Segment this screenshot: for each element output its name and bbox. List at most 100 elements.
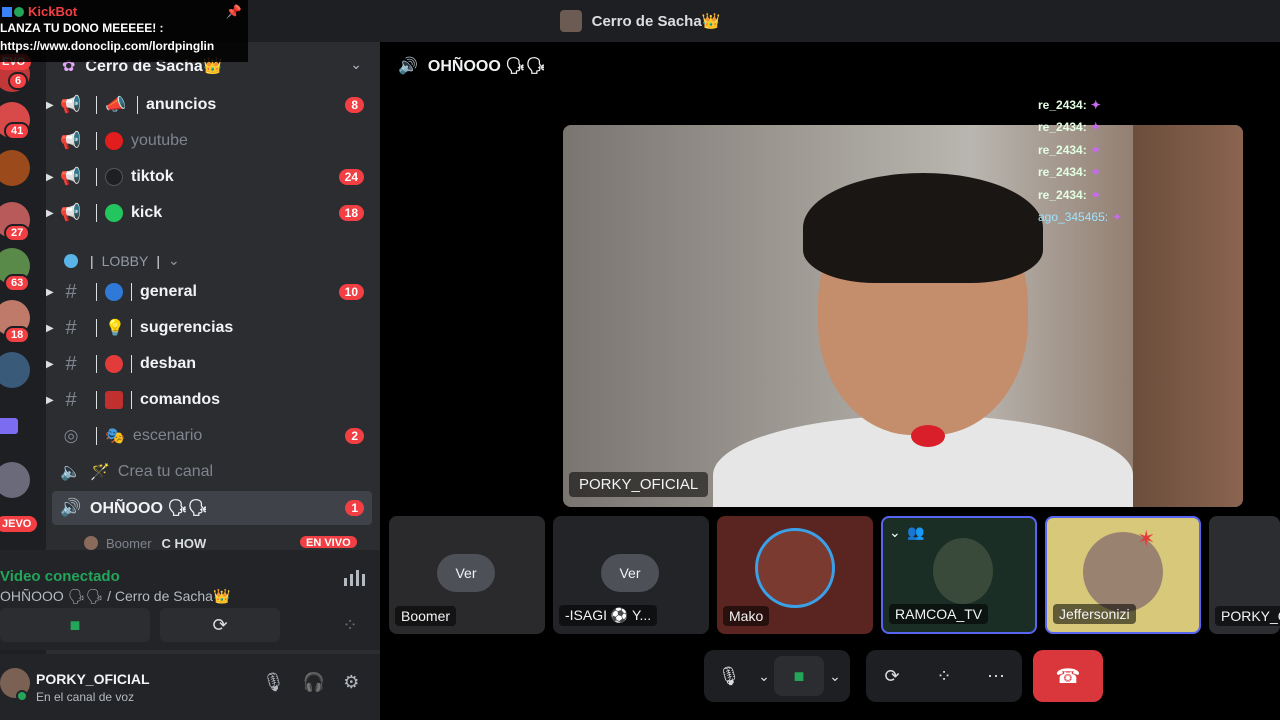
channel-youtube[interactable]: 📢 youtube bbox=[52, 124, 372, 158]
channel-name: kick bbox=[131, 204, 163, 221]
hangup-icon: ☎ bbox=[1055, 665, 1081, 688]
hangup-button[interactable]: ☎ bbox=[1033, 650, 1103, 702]
voice-location[interactable]: OHÑOOO 🗣🗣 / Cerro de Sacha👑 bbox=[0, 588, 230, 605]
announcement-icon: 📢 bbox=[60, 131, 82, 150]
speaker-icon: 🔊 bbox=[60, 498, 82, 517]
chat-line: re_2434: ✦ bbox=[1038, 187, 1101, 202]
channel-comandos[interactable]: ▶ # comandos bbox=[46, 383, 372, 417]
stage-header: 🔊 OHÑOOO 🗣🗣 bbox=[398, 56, 546, 76]
participant-tile[interactable]: Ver -ISAGI ⚽ Y... bbox=[553, 516, 709, 634]
channel-crea-tu-canal[interactable]: 🔈 🪄 Crea tu canal bbox=[52, 455, 372, 489]
channel-desban[interactable]: ▶ # desban bbox=[46, 347, 372, 381]
chevron-down-icon[interactable]: ⌄ bbox=[350, 56, 362, 73]
avatar bbox=[755, 528, 835, 608]
participant-name: Mako bbox=[723, 606, 770, 626]
channel-sugerencias[interactable]: ▶ # 💡 sugerencias bbox=[46, 311, 372, 345]
voice-member[interactable]: Boomer C HOW bbox=[84, 536, 206, 550]
kickbot-line1: LANZA TU DONO MEEEEE! : bbox=[0, 21, 164, 35]
participant-tile[interactable]: ⌄ 👥 RAMCOA_TV bbox=[881, 516, 1037, 634]
youtube-icon bbox=[105, 132, 123, 150]
globe-icon bbox=[64, 253, 78, 268]
headphones-icon[interactable]: 🎧 bbox=[303, 672, 325, 693]
participant-tile[interactable]: ✶ Jeffersonizi bbox=[1045, 516, 1201, 634]
chevron-down-icon[interactable]: ⌄ bbox=[754, 656, 774, 696]
participant-tile[interactable]: Ver Boomer bbox=[389, 516, 545, 634]
announcement-icon: 📢 bbox=[60, 95, 82, 114]
channel-kick[interactable]: ▶ 📢 kick 18 bbox=[46, 196, 372, 230]
tiktok-icon bbox=[105, 168, 123, 186]
channel-tiktok[interactable]: ▶ 📢 tiktok 24 bbox=[46, 160, 372, 194]
channel-ohnooo[interactable]: 🔊 OHÑOOO 🗣🗣 1 bbox=[52, 491, 372, 525]
caret-icon: ▶ bbox=[46, 171, 54, 183]
voice-stage: 🔊 OHÑOOO 🗣🗣 PORKY_OFICIAL re_2434: ✦ re_2… bbox=[380, 42, 1280, 720]
channel-name: youtube bbox=[131, 132, 188, 149]
microphone-icon[interactable]: 🎙 bbox=[262, 672, 285, 693]
kick-icon bbox=[105, 204, 123, 222]
video-button[interactable]: ■ bbox=[0, 608, 150, 642]
speaker-icon: 🔊 bbox=[398, 58, 418, 75]
username[interactable]: PORKY_OFICIAL bbox=[36, 671, 150, 687]
channel-anuncios[interactable]: ▶ 📢 📣 anuncios 8 bbox=[46, 88, 372, 122]
watch-button[interactable]: Ver bbox=[601, 554, 659, 592]
screenshare-icon[interactable]: ⟳ bbox=[866, 656, 918, 696]
extra-controls: ⟳ ⁘ ⋯ bbox=[866, 650, 1022, 702]
server-icon[interactable] bbox=[0, 352, 30, 388]
category-lobby[interactable]: | LOBBY | ⌄ bbox=[64, 252, 180, 269]
chevron-down-icon[interactable]: ⌄ bbox=[889, 524, 901, 541]
more-icon[interactable]: ⋯ bbox=[970, 656, 1022, 696]
main-video[interactable]: PORKY_OFICIAL bbox=[563, 125, 1243, 507]
screenshare-button[interactable]: ⟳ bbox=[160, 608, 280, 642]
chat-line: ago_345465: ✦ bbox=[1038, 210, 1123, 225]
unread-badge: 6 bbox=[8, 72, 29, 90]
server-icon[interactable] bbox=[0, 462, 30, 498]
microphone-icon[interactable]: 🎙 bbox=[704, 656, 754, 696]
bot-icon bbox=[2, 6, 12, 17]
megaphone-icon: 📣 bbox=[105, 95, 127, 114]
participant-tile[interactable]: PORKY_O bbox=[1209, 516, 1280, 634]
activities-icon: ⁘ bbox=[342, 614, 358, 635]
channel-escenario[interactable]: ◎ 🎭 escenario 2 bbox=[52, 419, 372, 453]
chat-line: re_2434: ✦ bbox=[1038, 165, 1101, 180]
unread-count: 1 bbox=[345, 500, 364, 516]
chevron-down-icon[interactable]: ⌄ bbox=[824, 656, 846, 696]
hashtag-icon: # bbox=[65, 280, 77, 303]
signal-icon[interactable] bbox=[344, 570, 366, 586]
hashtag-icon: # bbox=[65, 388, 77, 411]
verified-icon bbox=[14, 6, 24, 17]
camera-icon[interactable]: ■ bbox=[774, 656, 824, 696]
channel-title: OHÑOOO 🗣🗣 bbox=[427, 58, 546, 75]
chat-overlay: re_2434: ✦ re_2434: ✦ re_2434: ✦ re_2434: ✦ … bbox=[1038, 94, 1122, 228]
activities-icon[interactable]: ⁘ bbox=[918, 656, 970, 696]
voice-panel: Video conectado OHÑOOO 🗣🗣 / Cerro de Sac… bbox=[0, 550, 426, 650]
unread-badge: 18 bbox=[4, 326, 31, 344]
unread-count: 24 bbox=[338, 169, 364, 185]
channel-name: escenario bbox=[132, 427, 203, 444]
unread-badge: 41 bbox=[4, 122, 31, 140]
announcement-icon: 📢 bbox=[60, 167, 82, 186]
participant-tile[interactable]: Mako bbox=[717, 516, 873, 634]
caret-icon: ▶ bbox=[46, 394, 54, 406]
unread-count: 8 bbox=[345, 97, 364, 113]
folder-icon[interactable] bbox=[0, 418, 18, 434]
channel-name: tiktok bbox=[131, 168, 174, 185]
star-icon: ✶ bbox=[1137, 526, 1156, 551]
caret-icon: ▶ bbox=[46, 99, 54, 111]
channel-general[interactable]: ▶ # general 10 bbox=[46, 275, 372, 309]
group-icon[interactable]: 👥 bbox=[907, 524, 924, 541]
chat-line: re_2434: ✦ bbox=[1038, 120, 1101, 135]
gear-icon[interactable]: ⚙ bbox=[343, 672, 359, 693]
participant-name: PORKY_O bbox=[1215, 606, 1280, 626]
hashtag-icon: # bbox=[65, 352, 77, 375]
member-activity: C HOW bbox=[161, 536, 207, 550]
caret-icon: ▶ bbox=[46, 207, 54, 219]
hashtag-icon: # bbox=[65, 316, 77, 339]
channel-name: Crea tu canal bbox=[117, 463, 214, 480]
watch-button[interactable]: Ver bbox=[437, 554, 495, 592]
category-name: LOBBY bbox=[101, 252, 149, 269]
new-badge: JEVO bbox=[0, 516, 38, 532]
channel-sidebar: ✿ Cerro de Sacha👑 ⌄ ▶ 📢 📣 anuncios 8 📢 y… bbox=[0, 42, 426, 720]
user-panel: PORKY_OFICIAL En el canal de voz 🎙 🎧 ⚙ bbox=[0, 654, 426, 720]
server-icon[interactable] bbox=[0, 150, 30, 186]
chat-line: re_2434: ✦ bbox=[1038, 142, 1101, 157]
participant-name: -ISAGI ⚽ Y... bbox=[559, 605, 658, 626]
